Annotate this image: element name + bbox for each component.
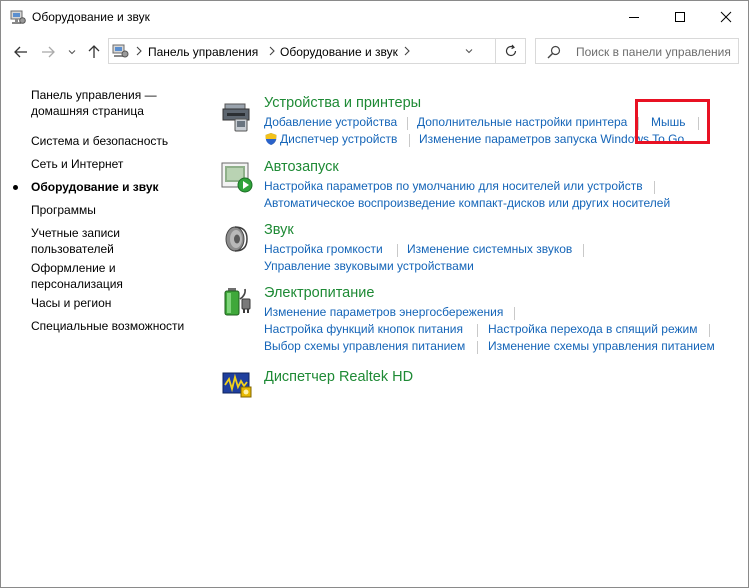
link-manage-audio-devices[interactable]: Управление звуковыми устройствами bbox=[264, 259, 474, 273]
link-separator bbox=[583, 244, 584, 257]
link-sleep-settings[interactable]: Настройка перехода в спящий режим bbox=[488, 322, 697, 336]
breadcrumb-control-panel[interactable]: Панель управления bbox=[148, 45, 258, 59]
sidebar-item-clock-region[interactable]: Часы и регион bbox=[31, 295, 111, 312]
link-separator bbox=[709, 324, 710, 337]
breadcrumb-hardware-sound[interactable]: Оборудование и звук bbox=[280, 45, 398, 59]
link-adjust-volume[interactable]: Настройка громкости bbox=[264, 242, 383, 256]
search-placeholder: Поиск в панели управления bbox=[576, 45, 731, 59]
back-button[interactable] bbox=[12, 43, 30, 61]
sidebar-item-system-security[interactable]: Система и безопасность bbox=[31, 133, 168, 150]
chevron-right-icon bbox=[135, 45, 143, 60]
sidebar-item-appearance-line2[interactable]: персонализация bbox=[31, 276, 123, 293]
sidebar-item-network-internet[interactable]: Сеть и Интернет bbox=[31, 156, 123, 173]
close-icon bbox=[720, 11, 732, 23]
realtek-audio-icon[interactable] bbox=[221, 369, 253, 401]
refresh-button[interactable] bbox=[495, 38, 526, 64]
link-separator bbox=[409, 134, 410, 147]
battery-icon[interactable] bbox=[221, 285, 253, 317]
sidebar-item-programs[interactable]: Программы bbox=[31, 202, 96, 219]
sidebar-item-user-accounts[interactable]: Учетные записи bbox=[31, 225, 120, 242]
link-add-device[interactable]: Добавление устройства bbox=[264, 115, 397, 129]
category-realtek-title[interactable]: Диспетчер Realtek HD bbox=[264, 369, 413, 385]
window-title: Оборудование и звук bbox=[32, 10, 150, 24]
sidebar-item-label: Оборудование и звук bbox=[31, 180, 159, 194]
link-separator bbox=[407, 117, 408, 130]
forward-button[interactable] bbox=[39, 43, 57, 61]
current-page-bullet bbox=[13, 185, 18, 190]
chevron-right-icon bbox=[268, 45, 276, 60]
address-history-button[interactable] bbox=[460, 42, 478, 60]
printer-device-icon[interactable] bbox=[221, 101, 253, 133]
search-input[interactable]: Поиск в панели управления bbox=[535, 38, 739, 64]
title-bar: Оборудование и звук bbox=[1, 1, 748, 34]
sidebar-item-hardware-sound: Оборудование и звук bbox=[13, 179, 159, 196]
sidebar-item-control-panel-home-line2[interactable]: домашняя страница bbox=[31, 103, 144, 120]
link-separator bbox=[397, 244, 398, 257]
arrow-up-icon bbox=[88, 45, 100, 58]
link-choose-power-plan[interactable]: Выбор схемы управления питанием bbox=[264, 339, 465, 353]
link-edit-power-plan[interactable]: Изменение схемы управления питанием bbox=[488, 339, 715, 353]
minimize-icon bbox=[629, 17, 639, 18]
sidebar-item-user-accounts-line2[interactable]: пользователей bbox=[31, 241, 114, 258]
link-separator bbox=[514, 307, 515, 320]
link-separator bbox=[654, 181, 655, 194]
link-change-system-sounds[interactable]: Изменение системных звуков bbox=[407, 242, 572, 256]
close-button[interactable] bbox=[703, 1, 749, 33]
chevron-down-icon bbox=[465, 49, 473, 54]
arrow-left-icon bbox=[14, 46, 27, 58]
arrow-right-icon bbox=[42, 46, 55, 58]
mouse-link-highlight-box bbox=[635, 99, 710, 144]
control-panel-app-icon bbox=[10, 9, 26, 25]
sidebar-item-appearance[interactable]: Оформление и bbox=[31, 260, 116, 277]
uac-shield-icon bbox=[264, 132, 278, 149]
chevron-down-icon bbox=[68, 50, 76, 55]
speaker-icon[interactable] bbox=[221, 223, 253, 255]
link-power-button-settings[interactable]: Настройка функций кнопок питания bbox=[264, 322, 463, 336]
link-separator bbox=[477, 324, 478, 337]
minimize-button[interactable] bbox=[611, 1, 657, 33]
recent-locations-button[interactable] bbox=[63, 43, 81, 61]
control-panel-icon bbox=[112, 43, 130, 62]
category-sound-title[interactable]: Звук bbox=[264, 222, 294, 238]
sidebar-item-control-panel-home[interactable]: Панель управления — bbox=[31, 87, 157, 104]
search-icon bbox=[547, 45, 561, 62]
category-devices-printers-title[interactable]: Устройства и принтеры bbox=[264, 95, 421, 111]
link-separator bbox=[477, 341, 478, 354]
link-power-saving-settings[interactable]: Изменение параметров энергосбережения bbox=[264, 305, 503, 319]
sidebar-item-ease-of-access[interactable]: Специальные возможности bbox=[31, 318, 184, 335]
maximize-icon bbox=[675, 12, 685, 22]
up-button[interactable] bbox=[85, 43, 103, 61]
link-autoplay-defaults[interactable]: Настройка параметров по умолчанию для но… bbox=[264, 179, 643, 193]
autoplay-icon[interactable] bbox=[221, 161, 253, 193]
maximize-button[interactable] bbox=[657, 1, 703, 33]
category-autoplay-title[interactable]: Автозапуск bbox=[264, 159, 339, 175]
category-power-title[interactable]: Электропитание bbox=[264, 285, 374, 301]
refresh-icon bbox=[505, 44, 517, 57]
link-advanced-printer-settings[interactable]: Дополнительные настройки принтера bbox=[417, 115, 627, 129]
link-device-manager[interactable]: Диспетчер устройств bbox=[280, 132, 397, 146]
link-autoplay-cd[interactable]: Автоматическое воспроизведение компакт-д… bbox=[264, 196, 670, 210]
chevron-right-icon bbox=[403, 45, 411, 60]
